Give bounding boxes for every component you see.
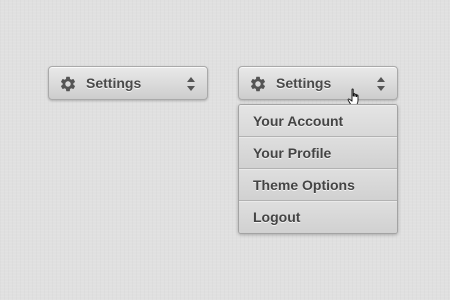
updown-arrows-icon	[187, 77, 195, 91]
settings-dropdown-button-closed[interactable]: Settings	[48, 66, 208, 100]
dropdown-label: Settings	[276, 75, 332, 91]
settings-dropdown-button-open[interactable]: Settings	[238, 66, 398, 100]
menu-item-logout[interactable]: Logout	[239, 201, 397, 233]
settings-dropdown-menu: Your Account Your Profile Theme Options …	[238, 104, 398, 234]
menu-item-theme-options[interactable]: Theme Options	[239, 169, 397, 201]
dropdown-label: Settings	[86, 75, 142, 91]
updown-arrows-icon	[377, 77, 385, 91]
gear-icon	[60, 76, 76, 92]
menu-item-your-profile[interactable]: Your Profile	[239, 137, 397, 169]
gear-icon	[250, 76, 266, 92]
menu-item-your-account[interactable]: Your Account	[239, 105, 397, 137]
